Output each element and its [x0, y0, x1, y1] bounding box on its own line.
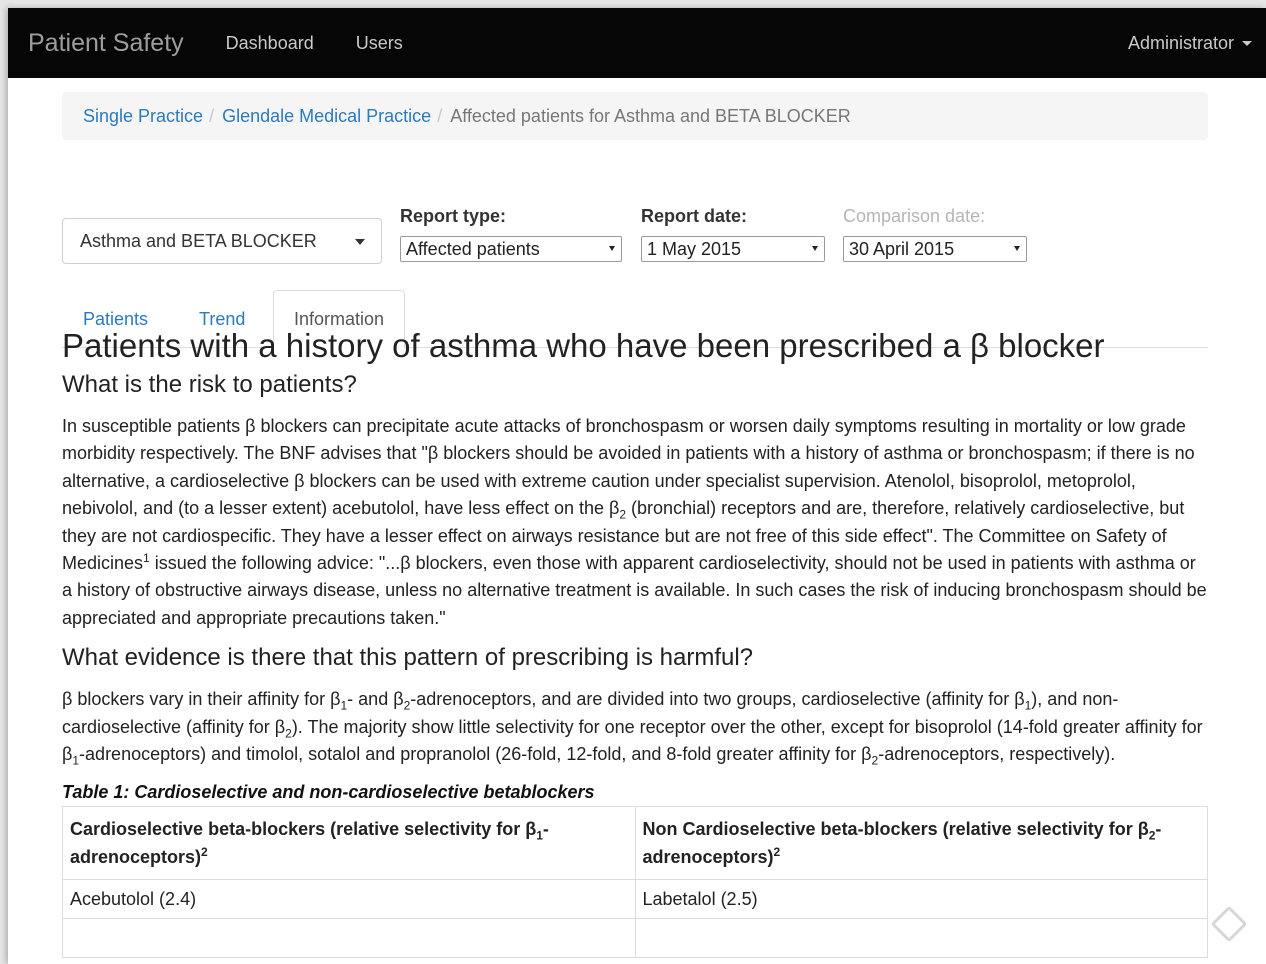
- breadcrumb: Single Practice / Glendale Medical Pract…: [62, 92, 1208, 140]
- table-header-non-cardioselective: Non Cardioselective beta-blockers (relat…: [634, 806, 1208, 881]
- caret-down-icon: [355, 239, 365, 245]
- indicator-dropdown-label: Asthma and BETA BLOCKER: [80, 230, 317, 251]
- caret-down-icon: [1242, 40, 1252, 46]
- comparison-date-select[interactable]: 30 April 2015: [843, 236, 1027, 262]
- comparison-date-label: Comparison date:: [843, 206, 986, 226]
- breadcrumb-current: Affected patients for Asthma and BETA BL…: [450, 105, 851, 126]
- user-menu[interactable]: Administrator: [1128, 8, 1252, 78]
- feedback-widget-icon[interactable]: [1210, 905, 1248, 943]
- comparison-date-value: 30 April 2015: [849, 238, 955, 259]
- select-arrow-icon: [609, 246, 615, 251]
- report-date-select[interactable]: 1 May 2015: [641, 236, 825, 262]
- info-title: Patients with a history of asthma who ha…: [62, 327, 1105, 364]
- table-row: Acebutolol (2.4) Labetalol (2.5): [62, 879, 1208, 920]
- nav-dashboard-link[interactable]: Dashboard: [226, 33, 314, 54]
- select-arrow-icon: [812, 246, 818, 251]
- table-cell: [62, 918, 636, 959]
- risk-paragraph: In susceptible patients β blockers can p…: [62, 416, 1207, 628]
- table-cell: Labetalol (2.5): [634, 879, 1208, 920]
- select-arrow-icon: [1014, 246, 1020, 251]
- nav-users-link[interactable]: Users: [356, 33, 403, 54]
- risk-heading: What is the risk to patients?: [62, 371, 357, 398]
- report-type-label: Report type:: [400, 206, 507, 226]
- table-header-row: Cardioselective beta-blockers (relative …: [62, 806, 1208, 881]
- report-date-label: Report date:: [641, 206, 748, 226]
- betablocker-table: Cardioselective beta-blockers (relative …: [62, 806, 1208, 959]
- table-row: [62, 918, 1208, 959]
- user-menu-label: Administrator: [1127, 32, 1234, 53]
- table-caption: Table 1: Cardioselective and non-cardios…: [62, 782, 595, 803]
- breadcrumb-single-practice[interactable]: Single Practice: [83, 106, 203, 127]
- table-header-cardioselective: Cardioselective beta-blockers (relative …: [62, 806, 636, 881]
- top-navbar: Patient Safety Dashboard Users Administr…: [8, 8, 1266, 78]
- information-content: Patients with a history of asthma who ha…: [62, 324, 1208, 959]
- main-container: Single Practice / Glendale Medical Pract…: [62, 92, 1208, 959]
- table-cell: Acebutolol (2.4): [62, 879, 636, 920]
- indicator-dropdown-button[interactable]: Asthma and BETA BLOCKER: [62, 218, 382, 264]
- breadcrumb-separator: /: [209, 105, 215, 126]
- report-date-value: 1 May 2015: [647, 238, 742, 259]
- evidence-paragraph: β blockers vary in their affinity for β1…: [62, 689, 1203, 768]
- report-type-select[interactable]: Affected patients: [400, 236, 622, 262]
- browser-page: Patient Safety Dashboard Users Administr…: [8, 8, 1266, 964]
- breadcrumb-separator: /: [437, 105, 443, 126]
- table-cell: [634, 918, 1208, 959]
- report-controls: Asthma and BETA BLOCKER Report type: Aff…: [62, 140, 1208, 349]
- report-type-value: Affected patients: [406, 238, 540, 259]
- brand-logo[interactable]: Patient Safety: [28, 29, 184, 58]
- evidence-heading: What evidence is there that this pattern…: [62, 644, 754, 672]
- breadcrumb-glendale-practice[interactable]: Glendale Medical Practice: [222, 106, 431, 127]
